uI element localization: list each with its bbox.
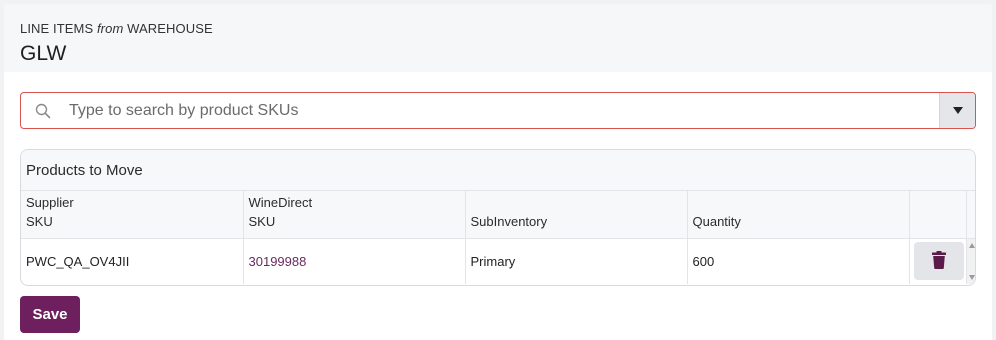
panel-eyebrow: LINE ITEMS from WAREHOUSE xyxy=(20,21,992,37)
table-scrollbar[interactable] xyxy=(966,238,975,284)
column-header-supplier-sku: Supplier SKU xyxy=(21,191,244,238)
cell-quantity: 600 xyxy=(687,238,910,284)
column-header-line: SKU xyxy=(26,213,53,229)
sku-search-input[interactable] xyxy=(65,93,939,128)
column-header-subinventory: SubInventory xyxy=(465,191,688,238)
column-header-line: WineDirect xyxy=(248,194,313,210)
column-header-line: SubInventory xyxy=(470,213,548,229)
cell-subinventory: Primary xyxy=(465,238,688,284)
column-header-line: Quantity xyxy=(692,213,741,229)
line-items-panel: LINE ITEMS from WAREHOUSE GLW Products t… xyxy=(4,4,992,340)
products-table: Supplier SKU WineDirect SKU SubInventory… xyxy=(21,191,975,284)
eyebrow-prefix: LINE ITEMS xyxy=(20,21,94,36)
column-header-line: Supplier xyxy=(26,194,74,210)
header-scroll-gutter xyxy=(966,191,975,238)
delete-row-button[interactable] xyxy=(913,242,964,281)
column-header-line: SKU xyxy=(248,213,276,229)
cell-winedirect-sku-link[interactable]: 30199988 xyxy=(243,238,466,284)
warehouse-title: GLW xyxy=(20,42,67,65)
table-header-row: Supplier SKU WineDirect SKU SubInventory… xyxy=(21,191,975,238)
cell-supplier-sku: PWC_QA_OV4JII xyxy=(21,238,244,284)
scroll-up-arrow-icon[interactable] xyxy=(968,242,975,248)
eyebrow-suffix: WAREHOUSE xyxy=(127,21,213,36)
table-row: PWC_QA_OV4JII 30199988 Primary 600 xyxy=(21,238,975,284)
cell-actions xyxy=(909,238,967,284)
trash-icon xyxy=(931,250,946,272)
eyebrow-from: from xyxy=(96,21,124,36)
products-to-move-card: Products to Move Supplier SKU WineDirect… xyxy=(20,149,976,286)
search-dropdown-button[interactable] xyxy=(939,93,975,128)
panel-header: LINE ITEMS from WAREHOUSE GLW xyxy=(4,4,992,72)
save-button[interactable]: Save xyxy=(20,296,80,333)
column-header-actions xyxy=(909,191,967,238)
column-header-quantity: Quantity xyxy=(687,191,910,238)
products-card-title: Products to Move xyxy=(21,150,975,191)
column-header-winedirect-sku: WineDirect SKU xyxy=(243,191,466,238)
sku-search-combobox[interactable] xyxy=(20,92,976,129)
search-icon xyxy=(21,93,65,128)
caret-down-icon xyxy=(952,107,963,114)
scroll-down-arrow-icon[interactable] xyxy=(968,275,975,280)
